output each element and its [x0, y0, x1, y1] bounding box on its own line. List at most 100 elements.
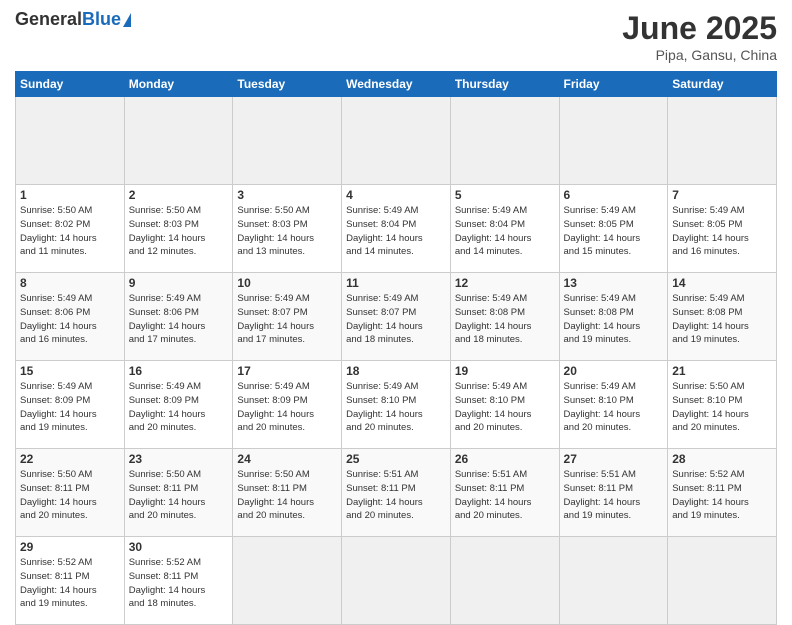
- day-info: Sunrise: 5:49 AM Sunset: 8:09 PM Dayligh…: [20, 380, 120, 435]
- calendar-cell: 26 Sunrise: 5:51 AM Sunset: 8:11 PM Dayli…: [450, 449, 559, 537]
- weekday-header: Monday: [124, 72, 233, 97]
- day-info: Sunrise: 5:49 AM Sunset: 8:08 PM Dayligh…: [564, 292, 664, 347]
- day-number: 30: [129, 540, 229, 554]
- title-block: June 2025 Pipa, Gansu, China: [622, 10, 777, 63]
- calendar-cell: 14Sunrise: 5:49 AM Sunset: 8:08 PM Dayli…: [668, 273, 777, 361]
- day-number: 17: [237, 364, 337, 378]
- day-info: Sunrise: 5:51 AM Sunset: 8:11 PM Dayligh…: [564, 468, 664, 523]
- day-info: Sunrise: 5:51 AM Sunset: 8:11 PM Dayligh…: [346, 468, 446, 523]
- logo: GeneralBlue: [15, 10, 131, 30]
- day-number: 20: [564, 364, 664, 378]
- day-info: Sunrise: 5:50 AM Sunset: 8:02 PM Dayligh…: [20, 204, 120, 259]
- calendar-cell: [450, 97, 559, 185]
- calendar-cell: 17 Sunrise: 5:49 AM Sunset: 8:09 PM Dayli…: [233, 361, 342, 449]
- day-number: 15: [20, 364, 120, 378]
- weekday-header: Friday: [559, 72, 668, 97]
- calendar-cell: 5 Sunrise: 5:49 AM Sunset: 8:04 PM Daylig…: [450, 185, 559, 273]
- day-number: 22: [20, 452, 120, 466]
- day-info: Sunrise: 5:49 AM Sunset: 8:09 PM Dayligh…: [129, 380, 229, 435]
- day-info: Sunrise: 5:49 AM Sunset: 8:05 PM Dayligh…: [672, 204, 772, 259]
- calendar-cell: 25Sunrise: 5:51 AM Sunset: 8:11 PM Dayli…: [342, 449, 451, 537]
- day-number: 7: [672, 188, 772, 202]
- day-info: Sunrise: 5:50 AM Sunset: 8:11 PM Dayligh…: [20, 468, 120, 523]
- calendar-cell: 20Sunrise: 5:49 AM Sunset: 8:10 PM Dayli…: [559, 361, 668, 449]
- weekday-header: Wednesday: [342, 72, 451, 97]
- day-number: 26: [455, 452, 555, 466]
- day-info: Sunrise: 5:49 AM Sunset: 8:08 PM Dayligh…: [455, 292, 555, 347]
- calendar-title: June 2025: [622, 10, 777, 47]
- calendar-cell: 18Sunrise: 5:49 AM Sunset: 8:10 PM Dayli…: [342, 361, 451, 449]
- calendar-cell: 4 Sunrise: 5:49 AM Sunset: 8:04 PM Daylig…: [342, 185, 451, 273]
- day-number: 28: [672, 452, 772, 466]
- calendar-cell: 7 Sunrise: 5:49 AM Sunset: 8:05 PM Daylig…: [668, 185, 777, 273]
- day-number: 10: [237, 276, 337, 290]
- day-number: 4: [346, 188, 446, 202]
- calendar-cell: 2Sunrise: 5:50 AM Sunset: 8:03 PM Daylig…: [124, 185, 233, 273]
- day-info: Sunrise: 5:49 AM Sunset: 8:04 PM Dayligh…: [455, 204, 555, 259]
- day-info: Sunrise: 5:49 AM Sunset: 8:07 PM Dayligh…: [237, 292, 337, 347]
- calendar-cell: 16 Sunrise: 5:49 AM Sunset: 8:09 PM Dayli…: [124, 361, 233, 449]
- day-info: Sunrise: 5:50 AM Sunset: 8:11 PM Dayligh…: [129, 468, 229, 523]
- calendar-cell: [668, 537, 777, 625]
- day-info: Sunrise: 5:49 AM Sunset: 8:06 PM Dayligh…: [20, 292, 120, 347]
- day-number: 24: [237, 452, 337, 466]
- day-number: 9: [129, 276, 229, 290]
- calendar-cell: [668, 97, 777, 185]
- calendar-cell: 15 Sunrise: 5:49 AM Sunset: 8:09 PM Dayli…: [16, 361, 125, 449]
- calendar-cell: [559, 537, 668, 625]
- calendar-cell: 12Sunrise: 5:49 AM Sunset: 8:08 PM Dayli…: [450, 273, 559, 361]
- calendar-cell: 6Sunrise: 5:49 AM Sunset: 8:05 PM Daylig…: [559, 185, 668, 273]
- weekday-header: Saturday: [668, 72, 777, 97]
- day-info: Sunrise: 5:49 AM Sunset: 8:08 PM Dayligh…: [672, 292, 772, 347]
- day-number: 6: [564, 188, 664, 202]
- day-info: Sunrise: 5:49 AM Sunset: 8:09 PM Dayligh…: [237, 380, 337, 435]
- calendar-cell: 9 Sunrise: 5:49 AM Sunset: 8:06 PM Daylig…: [124, 273, 233, 361]
- day-info: Sunrise: 5:52 AM Sunset: 8:11 PM Dayligh…: [20, 556, 120, 611]
- day-number: 11: [346, 276, 446, 290]
- day-info: Sunrise: 5:50 AM Sunset: 8:03 PM Dayligh…: [129, 204, 229, 259]
- calendar-cell: [16, 97, 125, 185]
- calendar-cell: 29 Sunrise: 5:52 AM Sunset: 8:11 PM Dayli…: [16, 537, 125, 625]
- day-number: 29: [20, 540, 120, 554]
- day-info: Sunrise: 5:49 AM Sunset: 8:04 PM Dayligh…: [346, 204, 446, 259]
- weekday-header: Thursday: [450, 72, 559, 97]
- calendar-cell: 28 Sunrise: 5:52 AM Sunset: 8:11 PM Dayli…: [668, 449, 777, 537]
- calendar-cell: [342, 537, 451, 625]
- day-number: 5: [455, 188, 555, 202]
- day-info: Sunrise: 5:49 AM Sunset: 8:06 PM Dayligh…: [129, 292, 229, 347]
- calendar-cell: 10 Sunrise: 5:49 AM Sunset: 8:07 PM Dayli…: [233, 273, 342, 361]
- day-info: Sunrise: 5:49 AM Sunset: 8:10 PM Dayligh…: [346, 380, 446, 435]
- calendar-cell: 21 Sunrise: 5:50 AM Sunset: 8:10 PM Dayli…: [668, 361, 777, 449]
- calendar-cell: 19 Sunrise: 5:49 AM Sunset: 8:10 PM Dayli…: [450, 361, 559, 449]
- day-info: Sunrise: 5:52 AM Sunset: 8:11 PM Dayligh…: [672, 468, 772, 523]
- day-number: 19: [455, 364, 555, 378]
- calendar-cell: [233, 97, 342, 185]
- day-number: 21: [672, 364, 772, 378]
- day-info: Sunrise: 5:51 AM Sunset: 8:11 PM Dayligh…: [455, 468, 555, 523]
- day-number: 13: [564, 276, 664, 290]
- calendar-cell: 22 Sunrise: 5:50 AM Sunset: 8:11 PM Dayli…: [16, 449, 125, 537]
- day-info: Sunrise: 5:50 AM Sunset: 8:10 PM Dayligh…: [672, 380, 772, 435]
- day-number: 1: [20, 188, 120, 202]
- header: GeneralBlue June 2025 Pipa, Gansu, China: [15, 10, 777, 63]
- day-info: Sunrise: 5:52 AM Sunset: 8:11 PM Dayligh…: [129, 556, 229, 611]
- day-info: Sunrise: 5:49 AM Sunset: 8:10 PM Dayligh…: [455, 380, 555, 435]
- day-info: Sunrise: 5:50 AM Sunset: 8:11 PM Dayligh…: [237, 468, 337, 523]
- calendar-cell: 27 Sunrise: 5:51 AM Sunset: 8:11 PM Dayli…: [559, 449, 668, 537]
- day-info: Sunrise: 5:50 AM Sunset: 8:03 PM Dayligh…: [237, 204, 337, 259]
- day-number: 3: [237, 188, 337, 202]
- weekday-header: Sunday: [16, 72, 125, 97]
- day-number: 16: [129, 364, 229, 378]
- calendar-cell: 13 Sunrise: 5:49 AM Sunset: 8:08 PM Dayli…: [559, 273, 668, 361]
- weekday-header: Tuesday: [233, 72, 342, 97]
- calendar-subtitle: Pipa, Gansu, China: [622, 47, 777, 63]
- logo-general: GeneralBlue: [15, 10, 121, 30]
- calendar-cell: 23 Sunrise: 5:50 AM Sunset: 8:11 PM Dayli…: [124, 449, 233, 537]
- day-number: 23: [129, 452, 229, 466]
- calendar-cell: [233, 537, 342, 625]
- day-info: Sunrise: 5:49 AM Sunset: 8:07 PM Dayligh…: [346, 292, 446, 347]
- calendar-cell: 3 Sunrise: 5:50 AM Sunset: 8:03 PM Daylig…: [233, 185, 342, 273]
- day-number: 27: [564, 452, 664, 466]
- logo-triangle-icon: [123, 13, 131, 27]
- calendar-cell: [342, 97, 451, 185]
